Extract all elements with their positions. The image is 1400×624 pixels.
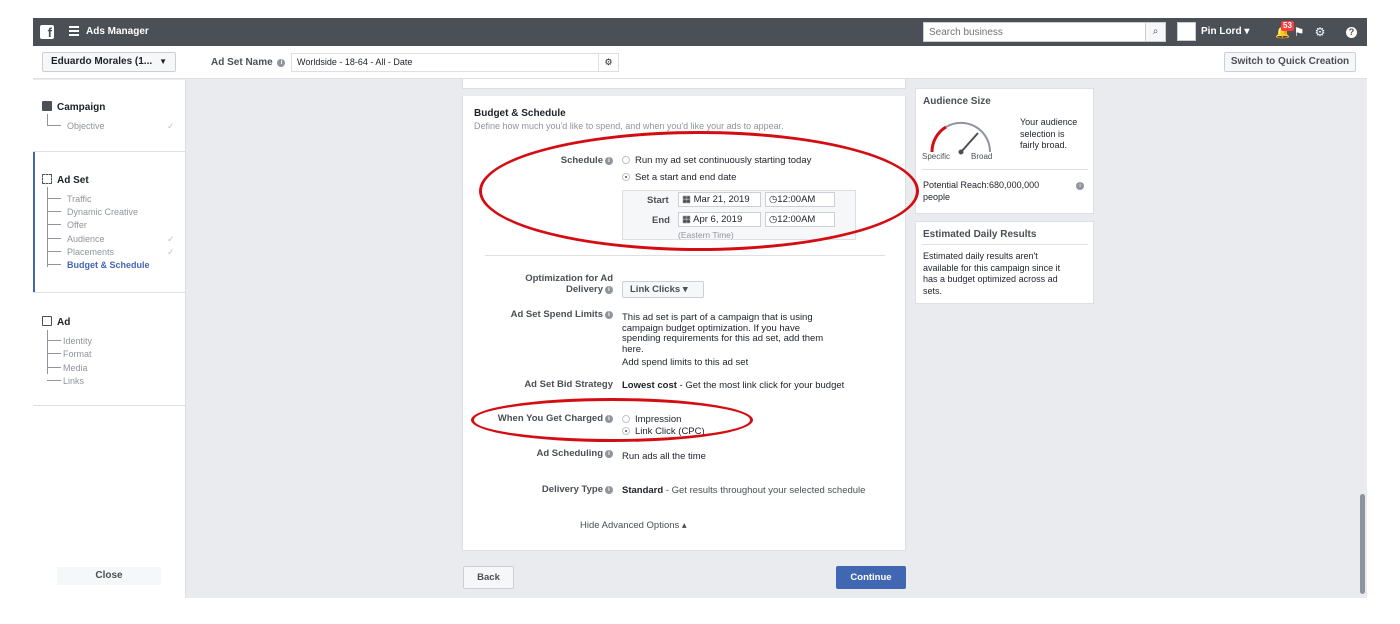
close-button[interactable]: Close <box>57 567 161 585</box>
section-subtitle: Define how much you'd like to spend, and… <box>474 121 784 131</box>
spend-limits-text: This ad set is part of a campaign that i… <box>622 312 824 355</box>
ad-icon <box>42 316 52 326</box>
audience-size-panel: Audience Size Specific Broad Your audien… <box>915 88 1094 214</box>
check-icon: ✓ <box>167 247 175 257</box>
adset-name-label: Ad Set Name i <box>211 57 286 68</box>
bid-strategy-value: Lowest cost - Get the most link click fo… <box>622 380 845 391</box>
estimated-results-panel: Estimated Daily Results Estimated daily … <box>915 221 1094 304</box>
app-title: Ads Manager <box>86 26 149 37</box>
ad-scheduling-label: Ad Scheduling i <box>493 448 613 459</box>
gauge-specific-label: Specific <box>922 152 950 161</box>
audience-gauge-icon <box>930 121 992 155</box>
sidebar-section-adset: Ad Set Traffic Dynamic Creative Offer Au… <box>33 152 186 293</box>
optimization-label: Optimization for Ad Delivery i <box>525 273 613 295</box>
divider <box>922 244 1088 245</box>
sidebar-item-traffic[interactable]: Traffic <box>67 194 92 204</box>
search-input[interactable] <box>924 23 1144 41</box>
info-icon[interactable]: i <box>605 450 613 458</box>
help-icon[interactable]: ? <box>1346 27 1357 38</box>
adset-name-input[interactable]: Worldside - 18-64 - All - Date ⚙ <box>291 53 619 72</box>
sidebar-item-audience[interactable]: Audience <box>67 234 105 244</box>
checkbox-icon <box>42 101 52 111</box>
audience-description: Your audience selection is fairly broad. <box>1020 117 1078 150</box>
sidebar-item-adset[interactable]: Ad Set <box>42 174 89 186</box>
check-icon: ✓ <box>167 121 175 131</box>
gauge-broad-label: Broad <box>971 152 993 161</box>
delivery-type-label: Delivery Type i <box>493 484 613 495</box>
ad-scheduling-value: Run ads all the time <box>622 451 706 462</box>
avatar[interactable] <box>1177 22 1196 41</box>
info-icon[interactable]: i <box>1076 182 1084 190</box>
sidebar-section-ad: Ad Identity Format Media Links <box>33 293 186 406</box>
info-icon[interactable]: i <box>605 285 613 294</box>
continue-button[interactable]: Continue <box>836 566 906 589</box>
caret-down-icon: ▼ <box>159 57 167 66</box>
info-icon[interactable]: i <box>605 311 613 319</box>
ads-manager-window: f Ads Manager ⌕ Pin Lord ▾ 🔔 53 ⚑ ⚙ ? Ed… <box>33 18 1367 598</box>
optimization-dropdown[interactable]: Link Clicks ▾ <box>622 281 704 298</box>
flag-icon[interactable]: ⚑ <box>1292 25 1306 39</box>
sidebar-item-ad[interactable]: Ad <box>42 316 70 328</box>
annotation-ellipse <box>479 131 919 251</box>
delivery-type-value: Standard - Get results throughout your s… <box>622 485 866 496</box>
search-box: ⌕ <box>923 22 1166 42</box>
sidebar-item-campaign[interactable]: Campaign <box>42 101 105 113</box>
caret-down-icon: ▾ <box>682 284 688 295</box>
sidebar-item-links[interactable]: Links <box>63 376 84 386</box>
sidebar-item-dynamic-creative[interactable]: Dynamic Creative <box>67 207 138 217</box>
hide-advanced-options-link[interactable]: Hide Advanced Options ▴ <box>580 520 687 531</box>
adset-name-value: Worldside - 18-64 - All - Date <box>297 57 413 67</box>
gear-icon[interactable]: ⚙ <box>598 54 618 71</box>
menu-icon[interactable] <box>69 26 79 36</box>
add-spend-limits-link[interactable]: Add spend limits to this ad set <box>622 357 748 369</box>
account-selector[interactable]: Eduardo Morales (1... ▼ <box>42 52 176 72</box>
account-name: Eduardo Morales (1... <box>51 56 153 67</box>
divider <box>922 169 1088 170</box>
sidebar-section-campaign: Campaign Objective ✓ <box>33 80 186 152</box>
sidebar: Campaign Objective ✓ Ad Set Traffic Dyna… <box>33 80 186 598</box>
search-icon[interactable]: ⌕ <box>1145 23 1165 41</box>
user-menu[interactable]: Pin Lord ▾ <box>1201 26 1249 37</box>
back-button[interactable]: Back <box>463 566 514 589</box>
spend-limits-label: Ad Set Spend Limits i <box>493 309 613 320</box>
info-icon[interactable]: i <box>605 486 613 494</box>
sub-header: Eduardo Morales (1... ▼ Ad Set Name i Wo… <box>33 46 1367 79</box>
quick-creation-button[interactable]: Switch to Quick Creation <box>1224 52 1356 72</box>
facebook-logo-icon[interactable]: f <box>40 25 54 40</box>
check-icon: ✓ <box>167 234 175 244</box>
audience-size-title: Audience Size <box>923 96 991 107</box>
grid-icon <box>42 174 52 184</box>
previous-card-edge <box>462 79 906 89</box>
bid-strategy-label: Ad Set Bid Strategy <box>524 379 613 390</box>
sidebar-item-identity[interactable]: Identity <box>63 336 92 346</box>
top-bar: f Ads Manager ⌕ Pin Lord ▾ 🔔 53 ⚑ ⚙ ? <box>33 18 1367 46</box>
estimated-results-title: Estimated Daily Results <box>923 229 1037 240</box>
sidebar-item-objective[interactable]: Objective <box>67 121 105 131</box>
annotation-ellipse <box>471 398 753 442</box>
divider <box>485 255 885 256</box>
page-scrollbar[interactable] <box>1360 494 1365 594</box>
sidebar-item-budget-schedule[interactable]: Budget & Schedule <box>67 260 150 270</box>
info-icon[interactable]: i <box>277 59 286 67</box>
user-name: Pin Lord <box>1201 26 1242 37</box>
potential-reach: Potential Reach:680,000,000 people <box>923 180 1040 202</box>
estimated-results-text: Estimated daily results aren't available … <box>923 251 1061 296</box>
sidebar-item-media[interactable]: Media <box>63 363 88 373</box>
section-title: Budget & Schedule <box>474 108 566 119</box>
gear-icon[interactable]: ⚙ <box>1313 25 1327 39</box>
sidebar-item-offer[interactable]: Offer <box>67 220 87 230</box>
sidebar-item-placements[interactable]: Placements <box>67 247 114 257</box>
sidebar-item-format[interactable]: Format <box>63 349 92 359</box>
